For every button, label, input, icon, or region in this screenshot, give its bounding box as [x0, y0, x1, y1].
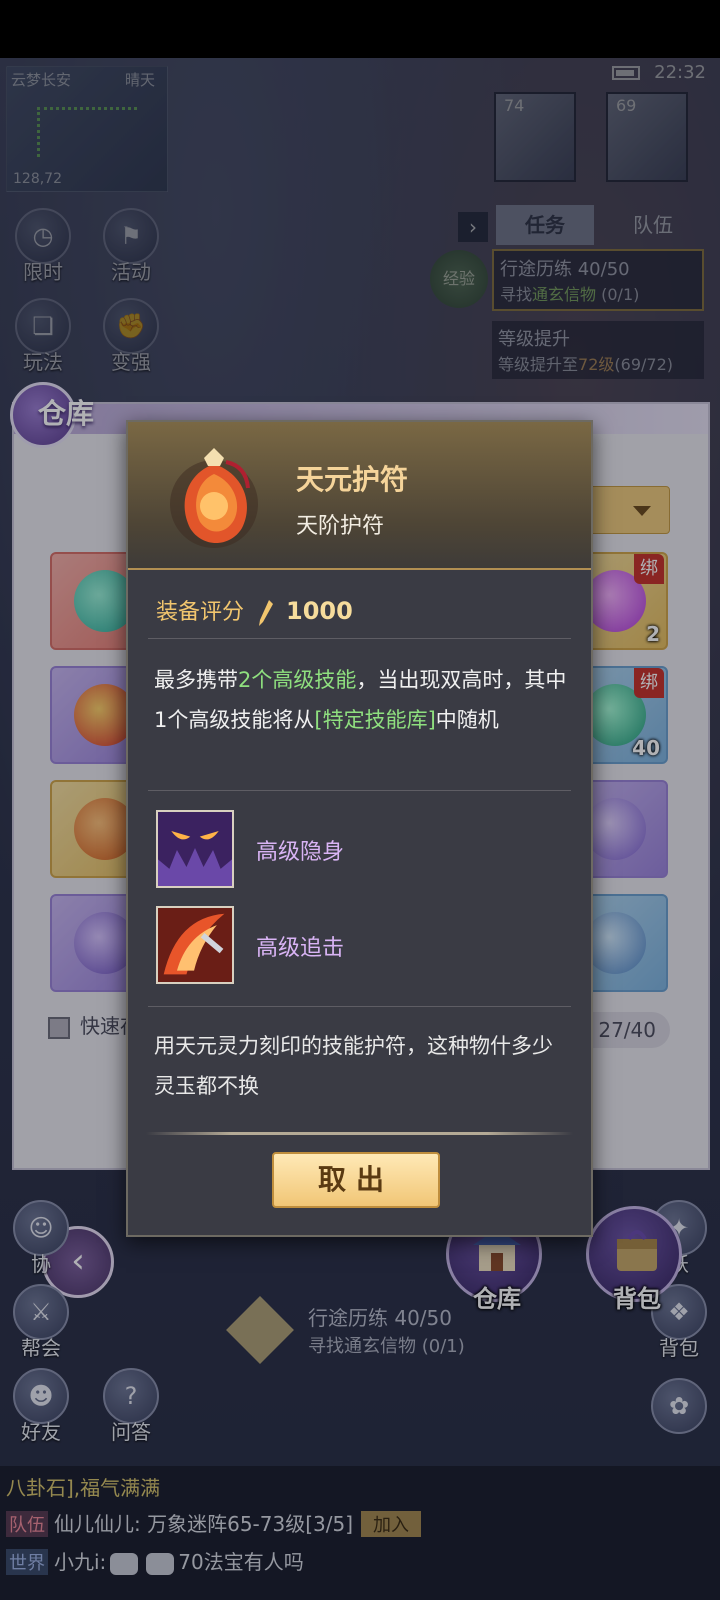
item-tooltip: 天元护符 天阶护符 装备评分 1000 最多携带2个高级技能，当出现双高时，其中…: [126, 420, 593, 1237]
divider: [148, 1006, 571, 1007]
skill-name: 高级隐身: [256, 840, 345, 865]
equipment-score: 装备评分 1000: [156, 594, 353, 626]
score-value: 1000: [286, 597, 353, 625]
divider: [148, 638, 571, 639]
tooltip-header: 天元护符 天阶护符: [128, 422, 591, 570]
item-grade: 天阶护符: [296, 514, 385, 539]
withdraw-button[interactable]: 取出: [272, 1152, 440, 1208]
skill-name: 高级追击: [256, 936, 345, 961]
stealth-skill-icon: [156, 810, 234, 888]
skill-row[interactable]: 高级追击: [156, 906, 556, 986]
pursuit-skill-icon: [156, 906, 234, 984]
item-flavor-text: 用天元灵力刻印的技能护符，这种物什多少灵玉都不换: [154, 1034, 553, 1098]
amulet-icon: [170, 448, 258, 548]
skill-row[interactable]: 高级隐身: [156, 810, 556, 890]
status-bar: [0, 0, 720, 58]
score-label: 装备评分: [156, 600, 245, 625]
divider: [148, 790, 571, 791]
ornate-divider: [146, 1132, 573, 1135]
item-name: 天元护符: [296, 463, 409, 496]
item-description: 最多携带2个高级技能，当出现双高时，其中1个高级技能将从[特定技能库]中随机: [154, 668, 567, 732]
brush-icon: [259, 600, 274, 626]
